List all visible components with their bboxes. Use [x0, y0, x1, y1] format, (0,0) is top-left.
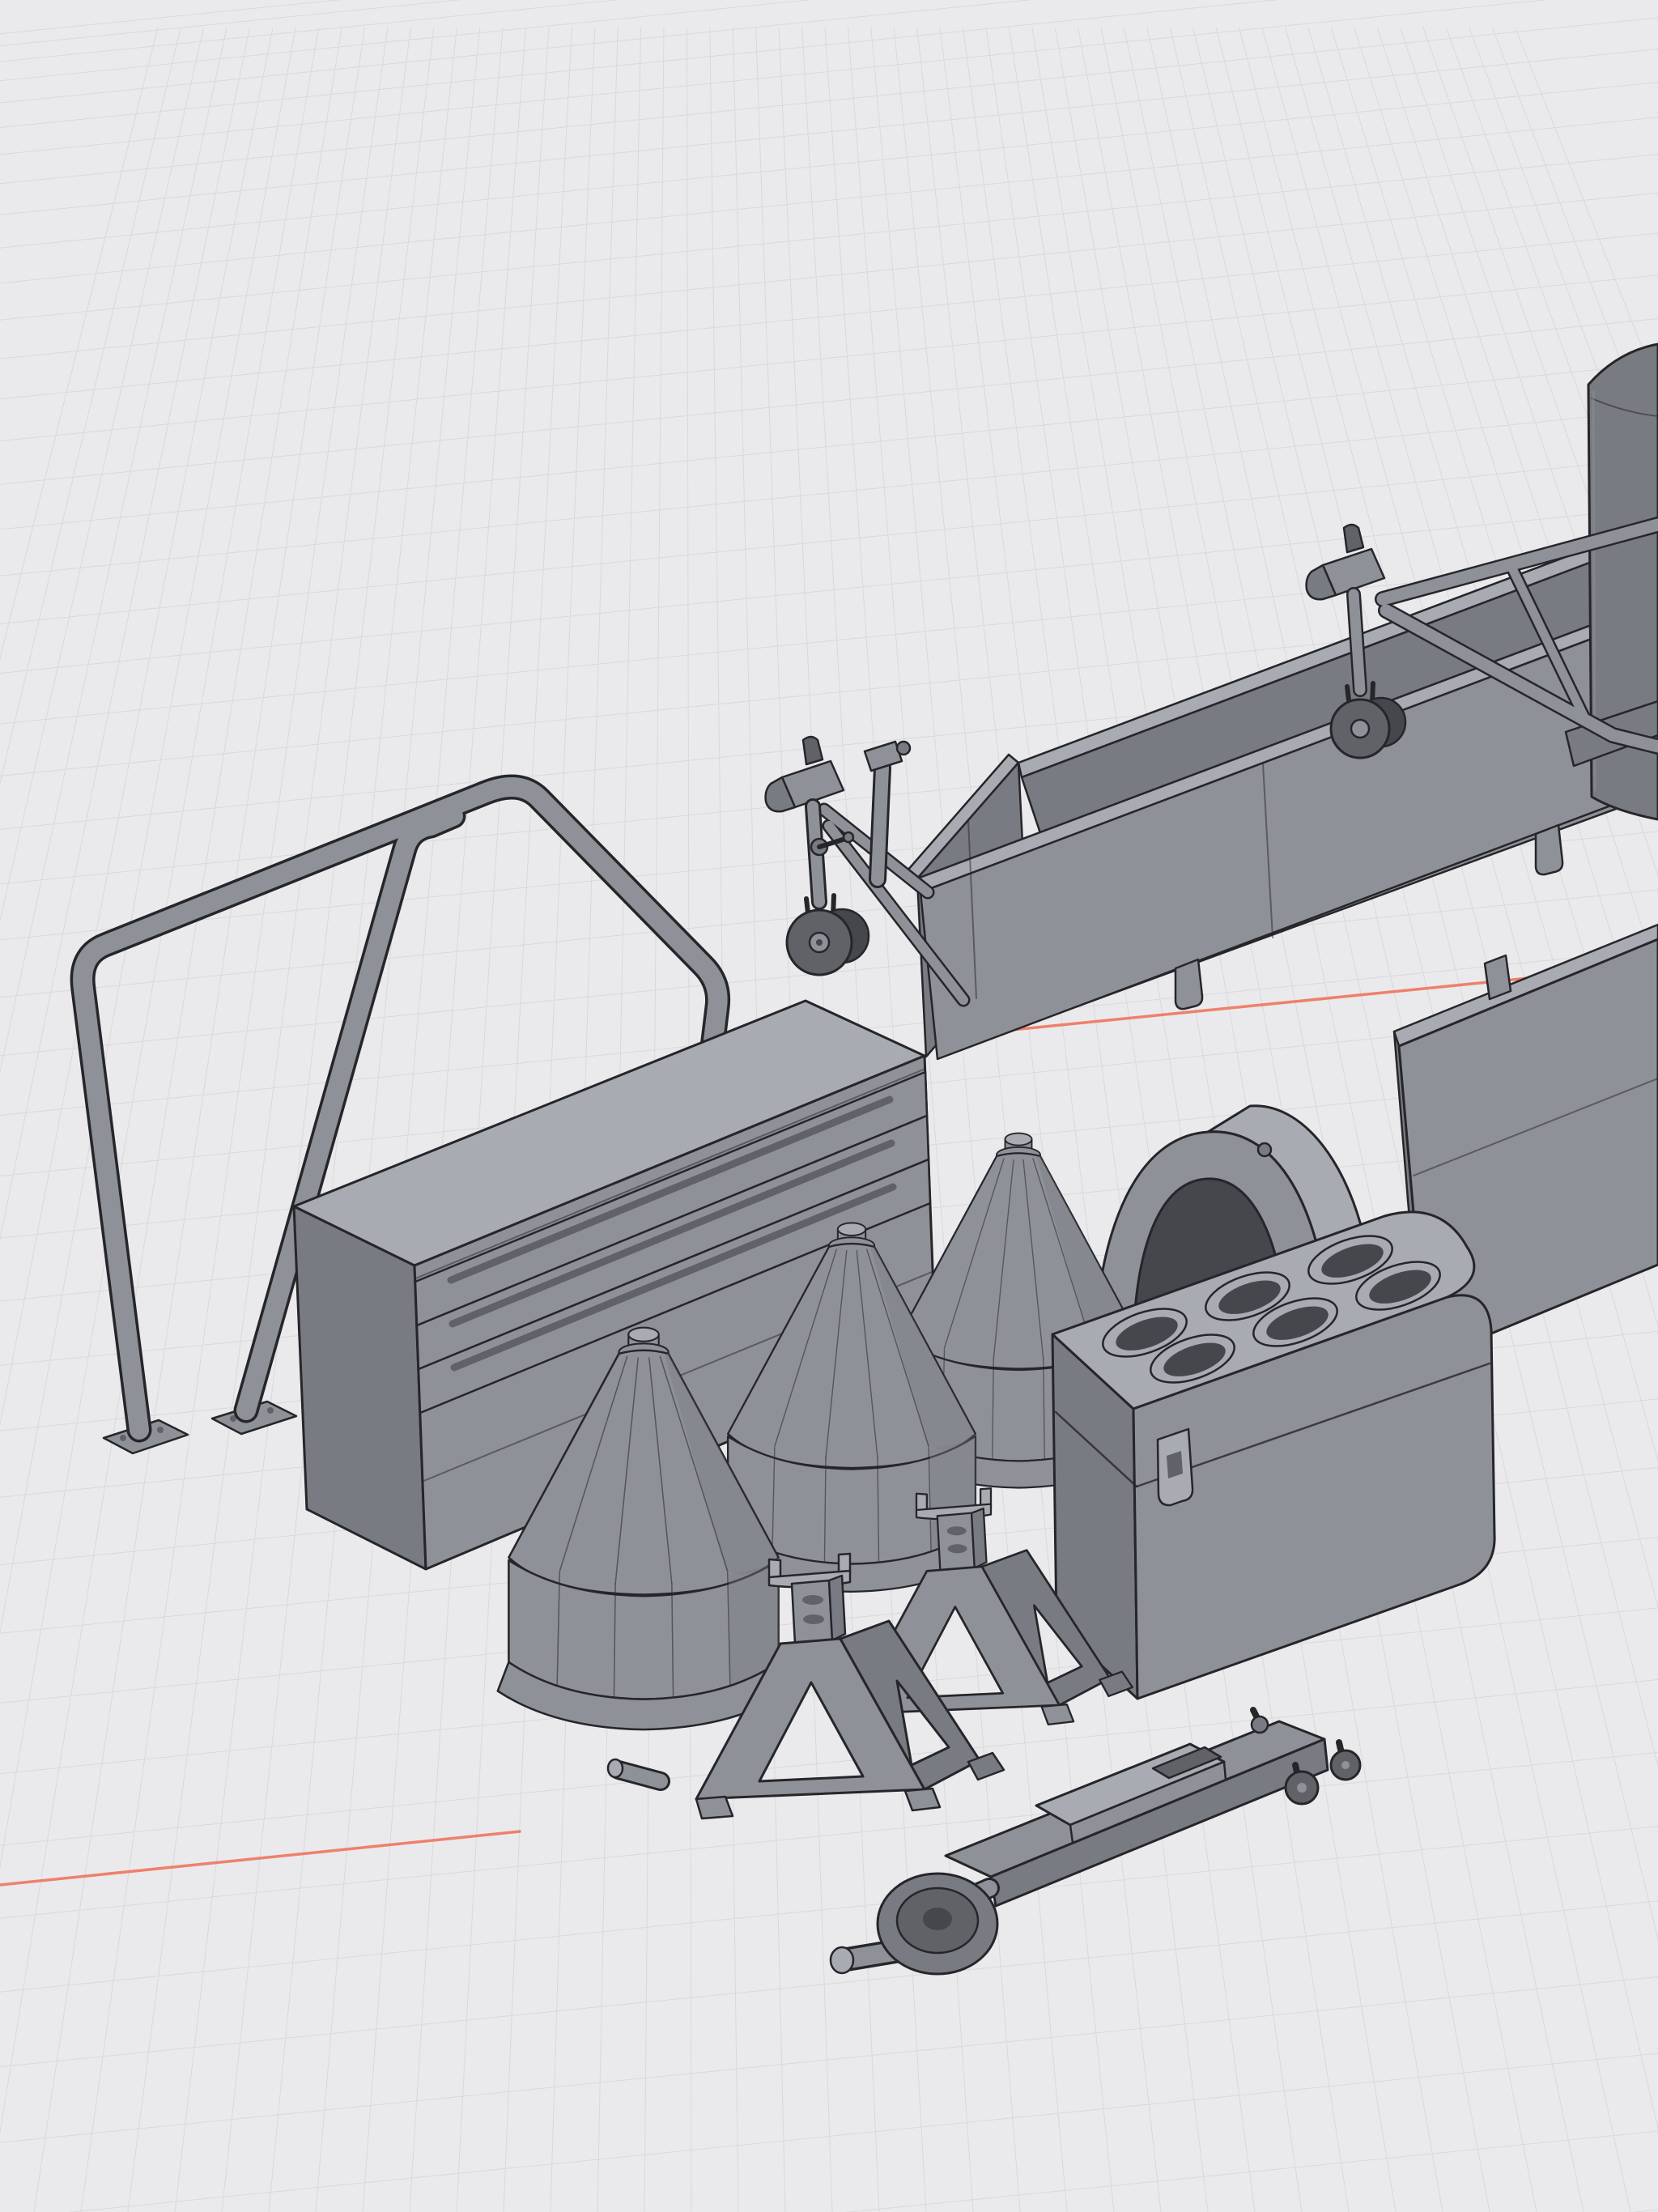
release-knob[interactable]: [1252, 1716, 1268, 1733]
model-hitch-pin[interactable]: [608, 1759, 661, 1781]
modeling-canvas[interactable]: [0, 0, 1658, 2212]
winch-post[interactable]: [878, 768, 882, 879]
fender-knob[interactable]: [1258, 1143, 1271, 1156]
bolt[interactable]: [157, 1427, 164, 1433]
winch-knob[interactable]: [897, 742, 910, 755]
crank-knob[interactable]: [844, 832, 853, 842]
wheel-hub[interactable]: [1351, 720, 1369, 738]
hinge-tab[interactable]: [1536, 825, 1562, 874]
panel-tab[interactable]: [1485, 955, 1511, 999]
caster-hub[interactable]: [1297, 1783, 1307, 1793]
caster-hub[interactable]: [1341, 1761, 1350, 1769]
hinge-tab[interactable]: [1175, 959, 1202, 1009]
bolt[interactable]: [267, 1407, 274, 1414]
winch-head[interactable]: [865, 742, 902, 771]
coupler-latch[interactable]: [803, 737, 823, 764]
jockey-post[interactable]: [1354, 594, 1360, 690]
chest-side[interactable]: [294, 1206, 426, 1569]
latch-slot[interactable]: [1167, 1451, 1183, 1478]
wheel-axle[interactable]: [816, 939, 823, 946]
pin-head[interactable]: [608, 1759, 623, 1777]
handle-end-cap[interactable]: [831, 1947, 853, 1973]
saddle-center[interactable]: [923, 1908, 952, 1930]
bolt[interactable]: [120, 1435, 126, 1441]
coupler-latch[interactable]: [1344, 525, 1363, 552]
